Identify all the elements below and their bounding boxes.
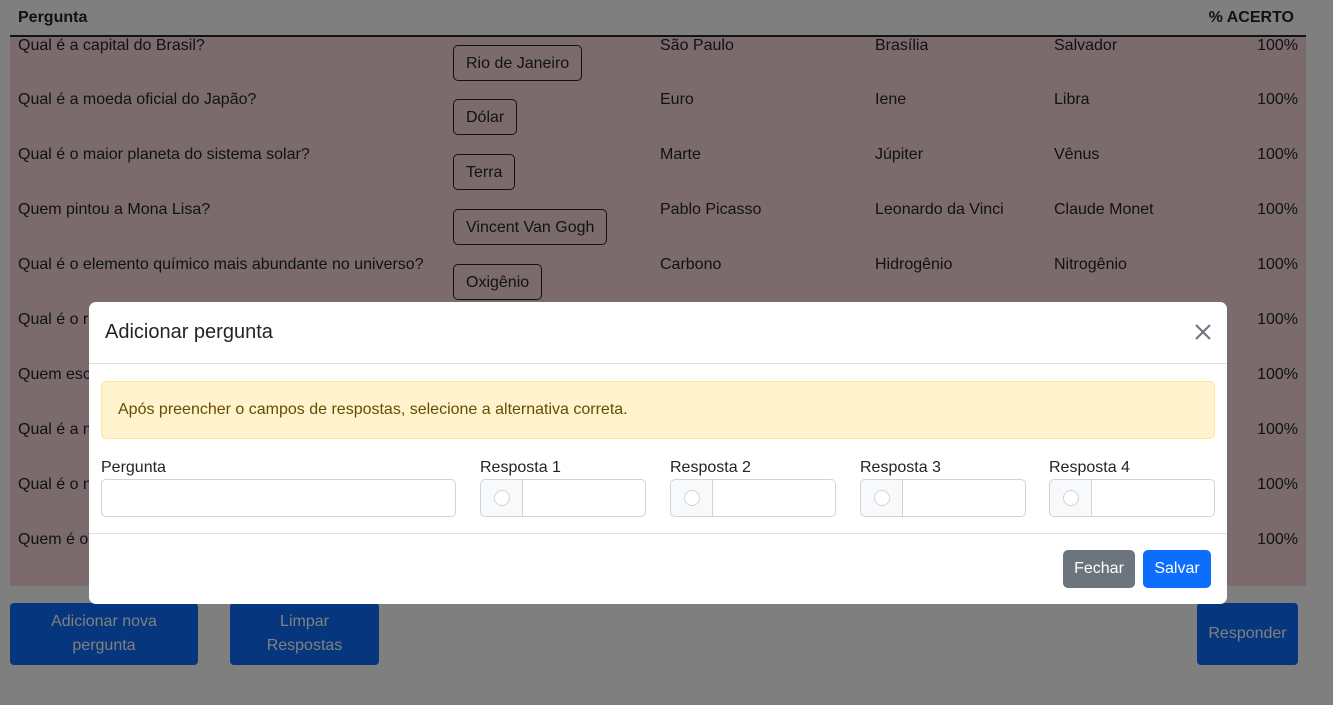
answer3-radio[interactable] [873,490,890,506]
close-icon[interactable] [1193,322,1213,342]
close-button[interactable]: Fechar [1063,550,1135,588]
answer4-input[interactable] [1091,479,1215,517]
answer2-label: Resposta 2 [670,459,751,476]
answer2-group [670,479,836,517]
answer2-radio[interactable] [683,490,700,506]
answer4-radio[interactable] [1062,490,1079,506]
answer3-label: Resposta 3 [860,459,941,476]
answer2-input[interactable] [712,479,836,517]
question-input[interactable] [101,479,456,517]
answer1-group [480,479,646,517]
question-label: Pergunta [101,459,166,476]
modal-footer: Fechar Salvar [89,533,1227,604]
answer3-group [860,479,1026,517]
modal-header: Adicionar pergunta [89,302,1227,364]
answer1-radio[interactable] [493,490,510,506]
modal-title: Adicionar pergunta [105,321,273,343]
answer1-label: Resposta 1 [480,459,561,476]
add-question-modal: Adicionar pergunta Após preencher o camp… [89,302,1227,604]
answer3-input[interactable] [902,479,1026,517]
answer4-group [1049,479,1215,517]
answer4-label: Resposta 4 [1049,459,1130,476]
answer1-input[interactable] [522,479,646,517]
save-button[interactable]: Salvar [1143,550,1211,588]
info-alert: Após preencher o campos de respostas, se… [101,381,1215,439]
